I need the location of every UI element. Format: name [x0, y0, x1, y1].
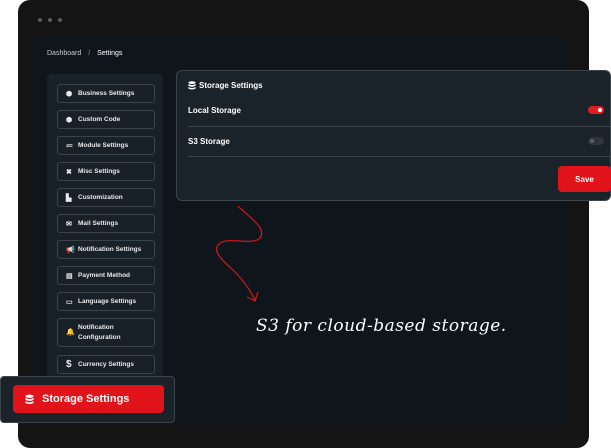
sidebar-item-label: Misc Settings — [78, 168, 120, 175]
dollar-icon: $ — [66, 359, 72, 370]
window-dot-icon[interactable] — [58, 18, 62, 22]
bell-icon: 🔔 — [66, 328, 75, 336]
language-icon: ▭ — [66, 298, 73, 306]
sidebar-item-module-settings[interactable]: ≔ Module Settings — [57, 136, 155, 155]
code-icon: ⬢ — [66, 116, 73, 124]
coins-icon: ▤ — [66, 272, 73, 280]
sidebar-item-label: Payment Method — [78, 272, 131, 279]
local-storage-label: Local Storage — [188, 105, 241, 115]
sidebar-item-currency-settings[interactable]: $ Currency Settings — [57, 355, 155, 374]
save-button[interactable]: Save — [558, 166, 611, 192]
sidebar-item-label: Notification Settings — [78, 246, 142, 253]
sidebar-item-label: Notification Configuration — [78, 323, 121, 341]
cube-icon: ⬢ — [66, 90, 73, 98]
list-icon: ≔ — [66, 142, 73, 150]
panel-title-text: Storage Settings — [199, 81, 263, 90]
toggle-knob — [590, 139, 594, 143]
storage-settings-panel: Storage Settings Local Storage S3 Storag… — [176, 70, 611, 201]
breadcrumb-separator: / — [88, 50, 91, 57]
panel-title: Storage Settings — [188, 81, 263, 90]
sidebar-item-label: Module Settings — [78, 142, 129, 149]
sidebar-item-storage-settings[interactable]: Storage Settings — [13, 385, 164, 413]
annotation-arrow-icon — [216, 205, 263, 302]
sidebar-item-payment-method[interactable]: ▤ Payment Method — [57, 266, 155, 285]
settings-sidebar: ⬢ Business Settings ⬢ Custom Code ≔ Modu… — [47, 74, 163, 386]
sidebar-item-customization[interactable]: ▙ Customization — [57, 188, 155, 207]
sidebar-item-label: Custom Code — [78, 116, 121, 123]
breadcrumb-dashboard[interactable]: Dashboard — [47, 50, 81, 57]
breadcrumb: Dashboard / Settings — [47, 50, 122, 57]
database-icon — [25, 394, 34, 404]
divider — [188, 156, 610, 157]
sidebar-item-label: Customization — [78, 194, 123, 201]
s3-storage-row: S3 Storage — [188, 126, 610, 156]
toggle-knob — [598, 108, 602, 112]
sidebar-item-notification-settings[interactable]: 📢 Notification Settings — [57, 240, 155, 259]
sidebar-item-label: Business Settings — [78, 90, 135, 97]
local-storage-row: Local Storage — [188, 95, 610, 125]
sidebar-item-label: Mail Settings — [78, 220, 119, 227]
sidebar-item-custom-code[interactable]: ⬢ Custom Code — [57, 110, 155, 129]
window-dot-icon[interactable] — [38, 18, 42, 22]
envelope-icon: ✉ — [66, 220, 72, 228]
window-dot-icon[interactable] — [48, 18, 52, 22]
sidebar-item-misc-settings[interactable]: ✖ Misc Settings — [57, 162, 155, 181]
local-storage-toggle[interactable] — [588, 106, 604, 114]
sidebar-item-language-settings[interactable]: ▭ Language Settings — [57, 292, 155, 311]
storage-settings-highlight: Storage Settings — [0, 376, 175, 423]
sidebar-item-notification-configuration[interactable]: 🔔 Notification Configuration — [57, 318, 155, 347]
breadcrumb-current: Settings — [97, 50, 123, 57]
s3-storage-label: S3 Storage — [188, 136, 230, 146]
sidebar-item-label: Currency Settings — [78, 361, 134, 368]
sidebar-item-business-settings[interactable]: ⬢ Business Settings — [57, 84, 155, 103]
brush-icon: ▙ — [66, 194, 72, 202]
sidebar-item-label: Language Settings — [78, 298, 137, 305]
sidebar-item-label: Storage Settings — [42, 393, 130, 405]
window-controls — [38, 18, 62, 22]
tools-icon: ✖ — [66, 168, 72, 176]
sidebar-item-mail-settings[interactable]: ✉ Mail Settings — [57, 214, 155, 233]
annotation-text: S3 for cloud-based storage. — [256, 316, 507, 336]
megaphone-icon: 📢 — [66, 246, 75, 254]
database-icon — [188, 81, 196, 90]
s3-storage-toggle[interactable] — [588, 137, 604, 145]
